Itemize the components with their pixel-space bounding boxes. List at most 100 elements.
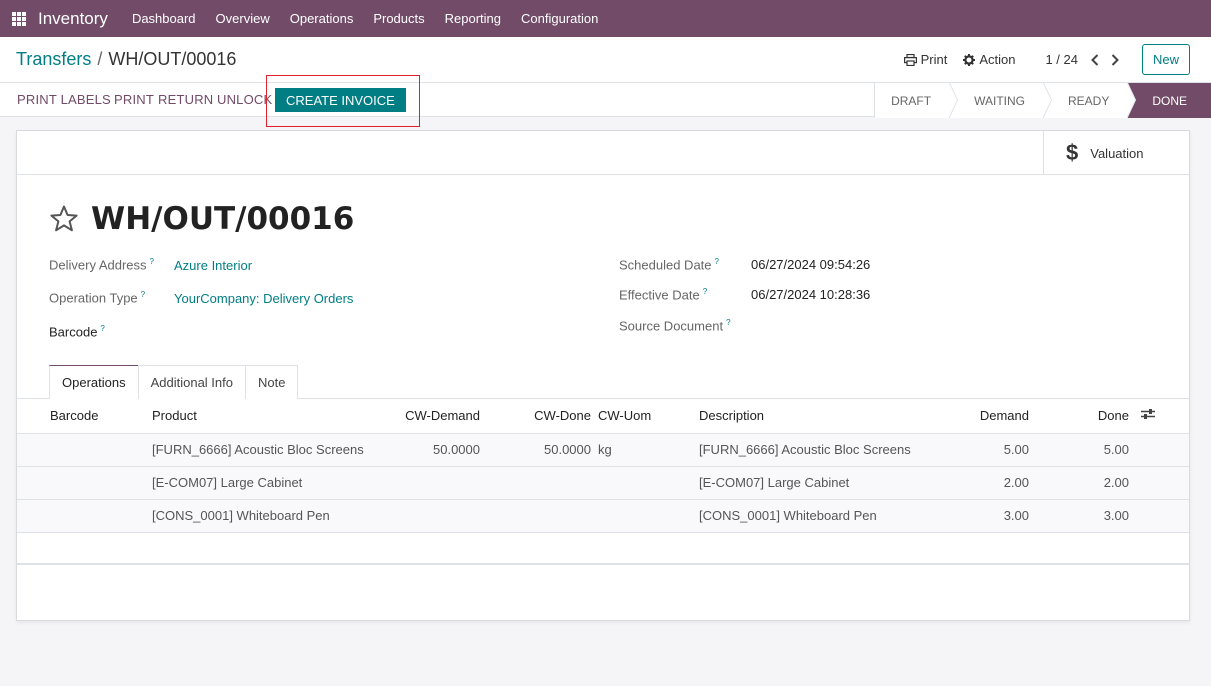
menu-reporting[interactable]: Reporting	[445, 11, 501, 26]
cell-spacer	[1129, 466, 1189, 500]
operations-table: Barcode Product CW-Demand CW-Done CW-Uom…	[17, 399, 1189, 565]
cell-barcode	[17, 466, 152, 500]
menu-products[interactable]: Products	[373, 11, 424, 26]
menu-operations[interactable]: Operations	[290, 11, 354, 26]
col-cw-done[interactable]: CW-Done	[480, 399, 591, 434]
stage-waiting[interactable]: WAITING	[949, 83, 1052, 118]
new-button[interactable]: New	[1141, 44, 1190, 75]
star-icon[interactable]	[49, 204, 79, 234]
form-sheet: $ Valuation WH/OUT/00016 Delivery Addres…	[16, 130, 1190, 621]
operation-type-label: Operation Type?	[49, 290, 146, 306]
valuation-label: Valuation	[1090, 145, 1144, 161]
print-labels-button[interactable]: PRINT LABELS	[17, 92, 111, 107]
sliders-icon[interactable]	[1141, 408, 1155, 420]
table-header-row: Barcode Product CW-Demand CW-Done CW-Uom…	[17, 399, 1189, 434]
print-button[interactable]: Print	[903, 52, 947, 67]
optional-columns-toggle[interactable]	[1129, 399, 1189, 434]
dollar-icon: $	[1066, 140, 1079, 165]
cell-description: [E-COM07] Large Cabinet	[699, 466, 929, 500]
col-description[interactable]: Description	[699, 399, 929, 434]
breadcrumb-separator: /	[97, 49, 103, 69]
cell-cw-demand: 50.0000	[367, 433, 480, 467]
top-navbar: Inventory Dashboard Overview Operations …	[0, 0, 1211, 37]
cell-demand: 2.00	[929, 466, 1029, 500]
col-product[interactable]: Product	[152, 399, 367, 434]
stage-ready[interactable]: READY	[1042, 83, 1137, 118]
pager-value[interactable]: 1 / 24	[1045, 52, 1078, 67]
menu-overview[interactable]: Overview	[216, 11, 270, 26]
col-barcode[interactable]: Barcode	[17, 399, 152, 434]
stage-draft-label: DRAFT	[891, 93, 932, 108]
tab-note[interactable]: Note	[245, 365, 299, 399]
col-cw-uom[interactable]: CW-Uom	[591, 399, 699, 434]
stage-waiting-label: WAITING	[974, 93, 1025, 108]
gear-icon	[963, 53, 976, 66]
breadcrumb-current: WH/OUT/00016	[108, 49, 237, 69]
cell-spacer	[1129, 433, 1189, 467]
cell-cw-uom	[591, 466, 699, 500]
smart-button-box: $ Valuation	[17, 131, 1189, 175]
menu-dashboard[interactable]: Dashboard	[132, 11, 196, 26]
delivery-address-value[interactable]: Azure Interior	[174, 258, 252, 273]
menu-configuration[interactable]: Configuration	[521, 11, 598, 26]
cell-done: 2.00	[1029, 466, 1129, 500]
breadcrumb: Transfers / WH/OUT/00016	[16, 49, 236, 70]
stage-done-label: DONE	[1152, 93, 1187, 108]
apps-grid-icon[interactable]	[12, 11, 26, 26]
effective-date-label: Effective Date?	[619, 287, 708, 303]
effective-date-value[interactable]: 06/27/2024 10:28:36	[751, 287, 870, 302]
title-row: WH/OUT/00016	[49, 201, 354, 237]
table-row[interactable]: [CONS_0001] Whiteboard Pen [CONS_0001] Wh…	[17, 499, 1189, 533]
scheduled-date-label: Scheduled Date?	[619, 257, 719, 273]
breadcrumb-transfers[interactable]: Transfers	[16, 49, 91, 69]
control-panel: Transfers / WH/OUT/00016 Print Action 1 / …	[0, 37, 1211, 127]
action-button[interactable]: Action	[963, 52, 1015, 67]
stage-ready-label: READY	[1067, 93, 1110, 108]
notebook-tabs: Operations Additional Info Note	[49, 365, 299, 399]
tab-operations[interactable]: Operations	[49, 365, 139, 399]
cell-cw-done: 50.0000	[480, 433, 591, 467]
stage-done[interactable]: DONE	[1127, 83, 1211, 118]
app-brand[interactable]: Inventory	[38, 9, 108, 29]
tab-additional-info[interactable]: Additional Info	[137, 365, 246, 399]
unlock-button[interactable]: UNLOCK	[217, 92, 272, 107]
cell-description: [FURN_6666] Acoustic Bloc Screens	[699, 433, 929, 467]
col-demand[interactable]: Demand	[929, 399, 1029, 434]
operation-type-value[interactable]: YourCompany: Delivery Orders	[174, 291, 353, 306]
control-panel-right: Print Action 1 / 24 New	[903, 44, 1190, 75]
return-button[interactable]: RETURN	[158, 92, 213, 107]
cell-barcode	[17, 499, 152, 533]
print-action-button[interactable]: PRINT	[114, 92, 154, 107]
print-icon	[903, 53, 917, 66]
status-bar: DRAFT WAITING READY DONE	[874, 83, 1211, 118]
cell-demand: 5.00	[929, 433, 1029, 467]
action-bar: PRINT LABELS PRINT RETURN UNLOCK CREATE …	[0, 75, 1211, 127]
cell-description: [CONS_0001] Whiteboard Pen	[699, 499, 929, 533]
col-done[interactable]: Done	[1029, 399, 1129, 434]
source-document-label: Source Document?	[619, 318, 731, 334]
barcode-label: Barcode?	[49, 324, 105, 340]
col-cw-demand[interactable]: CW-Demand	[367, 399, 480, 434]
highlight-annotation-box	[266, 75, 420, 127]
cell-cw-demand	[367, 499, 480, 533]
table-row[interactable]: [FURN_6666] Acoustic Bloc Screens 50.0000…	[17, 433, 1189, 467]
cell-product: [FURN_6666] Acoustic Bloc Screens	[152, 433, 367, 467]
cell-cw-uom	[591, 499, 699, 533]
cell-cw-done	[480, 466, 591, 500]
pager-next-icon[interactable]	[1108, 53, 1122, 67]
stage-draft[interactable]: DRAFT	[874, 83, 959, 118]
table-row[interactable]: [E-COM07] Large Cabinet [E-COM07] Large C…	[17, 466, 1189, 500]
cell-product: [E-COM07] Large Cabinet	[152, 466, 367, 500]
cell-done: 5.00	[1029, 433, 1129, 467]
cell-cw-done	[480, 499, 591, 533]
scheduled-date-value[interactable]: 06/27/2024 09:54:26	[751, 257, 870, 272]
pager-previous-icon[interactable]	[1088, 53, 1102, 67]
cell-cw-uom: kg	[591, 433, 699, 467]
cell-product: [CONS_0001] Whiteboard Pen	[152, 499, 367, 533]
valuation-button[interactable]: $ Valuation	[1043, 131, 1189, 175]
record-title: WH/OUT/00016	[91, 201, 355, 237]
empty-row	[17, 532, 1189, 565]
cell-cw-demand	[367, 466, 480, 500]
cell-barcode	[17, 433, 152, 467]
cell-done: 3.00	[1029, 499, 1129, 533]
